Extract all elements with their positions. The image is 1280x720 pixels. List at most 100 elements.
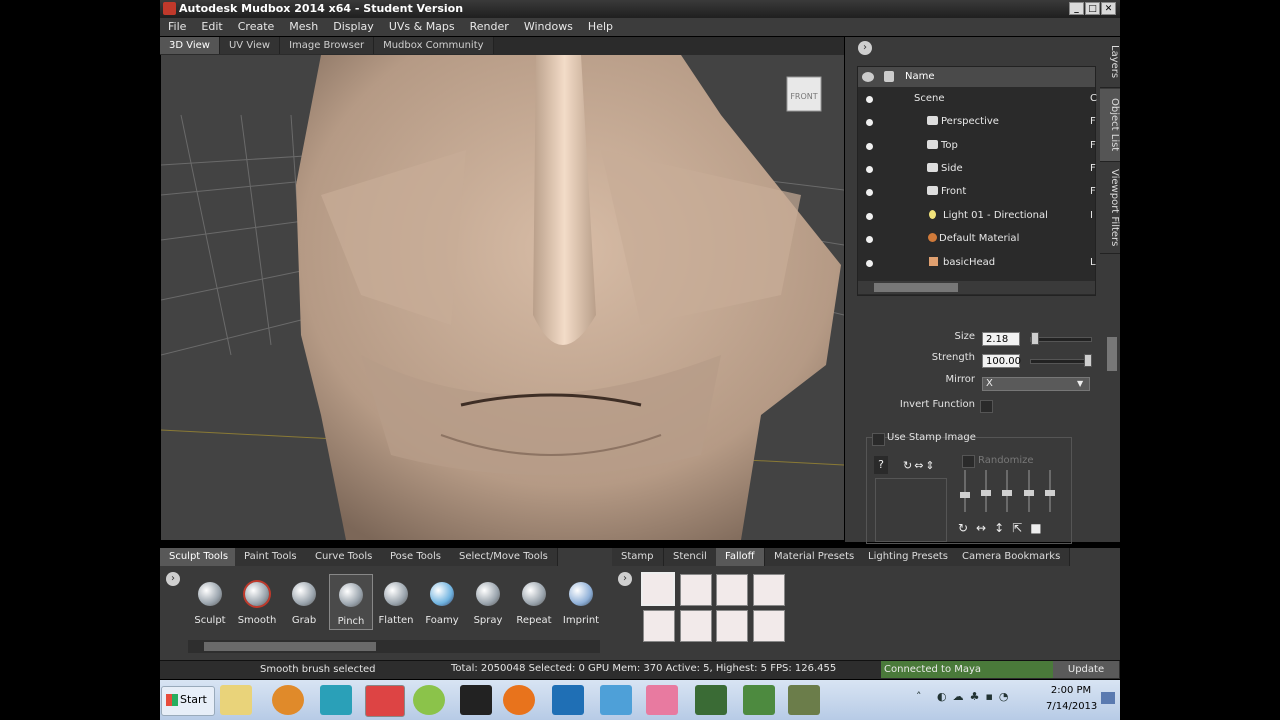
visible-dot-icon[interactable] <box>866 213 873 220</box>
tab-camera-bookmarks[interactable]: Camera Bookmarks <box>953 548 1071 566</box>
view-cube-label[interactable]: FRONT <box>790 92 817 101</box>
tool-foamy[interactable]: Foamy <box>421 574 463 628</box>
tool-tray-expand-button[interactable]: › <box>166 572 180 586</box>
visible-dot-icon[interactable] <box>866 96 873 103</box>
properties-scrollbar[interactable] <box>1106 309 1118 541</box>
invert-function-checkbox[interactable] <box>980 400 993 413</box>
tab-mudbox-community[interactable]: Mudbox Community <box>374 37 494 54</box>
tab-uv-view[interactable]: UV View <box>219 37 281 54</box>
tab-material-presets[interactable]: Material Presets <box>765 548 865 566</box>
scrollbar-thumb[interactable] <box>204 642 376 651</box>
visible-dot-icon[interactable] <box>866 236 873 243</box>
tab-3d-view[interactable]: 3D View <box>160 37 220 54</box>
firefox-icon[interactable] <box>503 685 535 715</box>
mudbox-taskbar-icon[interactable] <box>365 685 405 717</box>
system-tray-icons[interactable]: ˄ ◐☁♣▪◔ <box>916 690 1015 703</box>
update-button[interactable]: Update <box>1053 661 1119 678</box>
falloff-preset[interactable] <box>643 610 675 642</box>
falloff-preset[interactable] <box>753 610 785 642</box>
falloff-preset[interactable] <box>716 574 748 606</box>
start-button[interactable]: Start <box>161 686 215 716</box>
show-desktop-icon[interactable] <box>1101 692 1115 704</box>
list-item[interactable]: Scene C <box>858 89 1097 111</box>
app-icon[interactable] <box>695 685 727 715</box>
size-slider-knob[interactable] <box>1031 332 1040 345</box>
tab-layers[interactable]: Layers <box>1100 37 1120 88</box>
explorer-icon[interactable] <box>220 685 252 715</box>
photoshop-icon[interactable] <box>552 685 584 715</box>
lock-icon[interactable] <box>884 71 894 82</box>
list-item[interactable]: Front F <box>858 182 1096 204</box>
strength-slider-knob[interactable] <box>1084 354 1092 367</box>
list-item[interactable]: Side F <box>858 159 1096 181</box>
maya-icon[interactable] <box>320 685 352 715</box>
strength-slider[interactable] <box>1030 359 1092 364</box>
menu-uvs-maps[interactable]: UVs & Maps <box>381 18 462 34</box>
tool-spray[interactable]: Spray <box>467 574 509 628</box>
close-button[interactable]: ✕ <box>1101 2 1116 15</box>
app-icon[interactable] <box>646 685 678 715</box>
visible-dot-icon[interactable] <box>866 260 873 267</box>
app-icon[interactable] <box>600 685 632 715</box>
stamp-preview[interactable] <box>875 478 947 542</box>
mirror-dropdown[interactable]: X ▼ <box>982 377 1090 391</box>
tool-sculpt[interactable]: Sculpt <box>189 574 231 628</box>
menu-display[interactable]: Display <box>325 18 381 34</box>
scrollbar-thumb[interactable] <box>1107 337 1117 371</box>
tab-lighting-presets[interactable]: Lighting Presets <box>859 548 958 566</box>
panel-collapse-button[interactable]: › <box>858 41 872 55</box>
minimize-button[interactable]: _ <box>1069 2 1084 15</box>
stamp-question-icon[interactable]: ? <box>874 456 888 474</box>
stamp-rotate-flip-icons[interactable]: ↻⇔⇕ <box>903 459 937 472</box>
menu-help[interactable]: Help <box>580 18 620 34</box>
visible-dot-icon[interactable] <box>866 119 873 126</box>
tab-sculpt-tools[interactable]: Sculpt Tools <box>160 548 239 566</box>
falloff-preset[interactable] <box>680 610 712 642</box>
tool-pinch[interactable]: Pinch <box>329 574 373 630</box>
name-column-header[interactable]: Name <box>905 71 935 82</box>
udk-icon[interactable] <box>460 685 492 715</box>
tab-curve-tools[interactable]: Curve Tools <box>306 548 383 566</box>
visibility-eye-icon[interactable] <box>862 72 874 82</box>
falloff-preset[interactable] <box>716 610 748 642</box>
stamp-action-icons[interactable]: ↻↔↕⇱■ <box>958 521 1050 535</box>
menu-edit[interactable]: Edit <box>193 18 229 34</box>
clock-date[interactable]: 7/14/2013 <box>1046 701 1097 712</box>
size-slider[interactable] <box>1030 337 1092 342</box>
tab-object-list[interactable]: Object List <box>1100 89 1120 162</box>
maximize-button[interactable]: □ <box>1085 2 1100 15</box>
menu-create[interactable]: Create <box>230 18 282 34</box>
visible-dot-icon[interactable] <box>866 143 873 150</box>
tab-falloff[interactable]: Falloff <box>716 548 765 566</box>
tab-stamp[interactable]: Stamp <box>612 548 664 566</box>
tool-imprint[interactable]: Imprint <box>560 574 602 628</box>
menu-render[interactable]: Render <box>462 18 516 34</box>
tab-stencil[interactable]: Stencil <box>664 548 717 566</box>
randomize-sliders[interactable] <box>955 466 1065 516</box>
falloff-preset[interactable] <box>680 574 712 606</box>
app-icon[interactable] <box>413 685 445 715</box>
tool-repeat[interactable]: Repeat <box>513 574 555 628</box>
list-item[interactable]: basicHead L <box>858 253 1096 275</box>
tool-grab[interactable]: Grab <box>283 574 325 628</box>
falloff-preset[interactable] <box>641 572 675 606</box>
3d-viewport[interactable]: FRONT <box>161 55 844 540</box>
tab-pose-tools[interactable]: Pose Tools <box>381 548 451 566</box>
size-field[interactable]: 2.18 <box>982 332 1020 346</box>
list-item[interactable]: Perspective F <box>858 112 1096 134</box>
scrollbar-thumb[interactable] <box>874 283 958 292</box>
app-icon[interactable] <box>788 685 820 715</box>
menu-mesh[interactable]: Mesh <box>281 18 325 34</box>
tab-image-browser[interactable]: Image Browser <box>280 37 375 54</box>
list-item[interactable]: Top F <box>858 136 1096 158</box>
visible-dot-icon[interactable] <box>866 189 873 196</box>
tool-smooth[interactable]: Smooth <box>236 574 278 628</box>
falloff-preset[interactable] <box>753 574 785 606</box>
tool-tray-scrollbar[interactable] <box>188 640 600 653</box>
visible-dot-icon[interactable] <box>866 166 873 173</box>
tab-paint-tools[interactable]: Paint Tools <box>235 548 307 566</box>
menu-windows[interactable]: Windows <box>516 18 580 34</box>
list-item[interactable]: Light 01 - Directional I <box>858 206 1095 228</box>
menu-file[interactable]: File <box>160 18 193 34</box>
use-stamp-checkbox[interactable] <box>872 433 885 446</box>
